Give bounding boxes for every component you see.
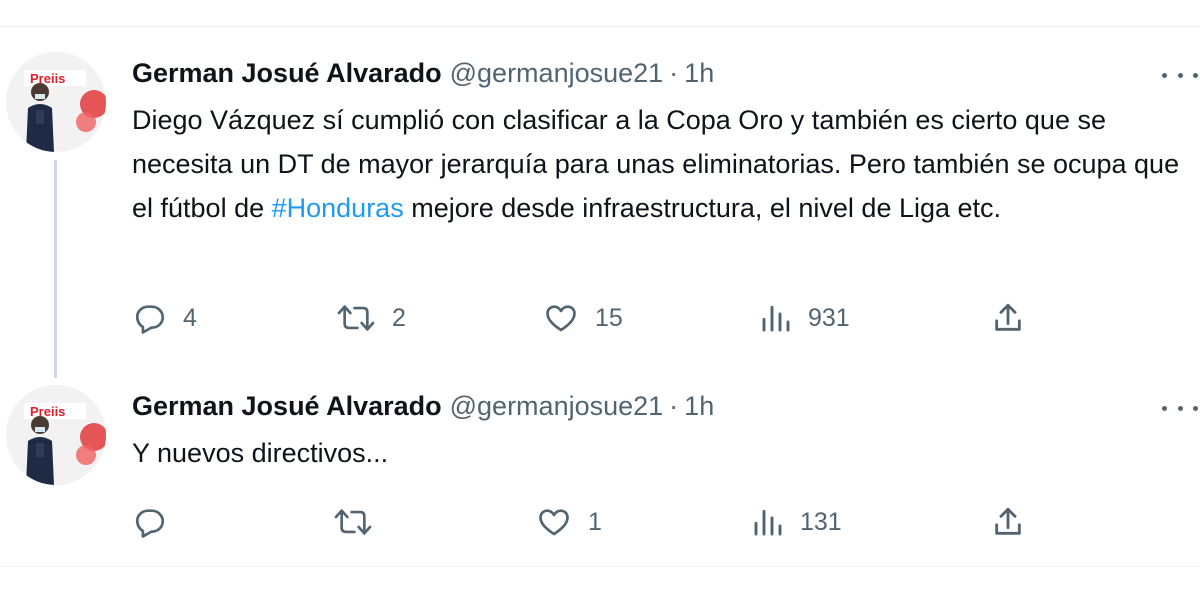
more-icon[interactable] (1162, 66, 1198, 84)
like-count: 15 (595, 303, 623, 332)
tweet-text: Y nuevos directivos... (132, 438, 389, 468)
view-count: 131 (800, 507, 842, 536)
hashtag-link[interactable]: #Honduras (272, 193, 404, 223)
reply-button[interactable]: 4 (133, 301, 197, 335)
like-icon (539, 509, 569, 536)
views-icon (762, 305, 790, 332)
share-icon (995, 507, 1021, 535)
tweet-header: German Josué Alvarado @germanjosue21 · 1… (132, 389, 714, 423)
timestamp[interactable]: 1h (684, 58, 714, 89)
thread-connector-line (54, 160, 57, 378)
tweet-text: Diego Vázquez sí cumplió con clasificar … (132, 98, 1192, 230)
views-icon (754, 509, 782, 536)
reply-icon (135, 305, 165, 334)
header-separator: · (669, 390, 679, 421)
retweet-count: 2 (392, 303, 406, 332)
retweet-button[interactable] (333, 505, 389, 539)
tweet-header: German Josué Alvarado @germanjosue21 · 1… (132, 56, 714, 90)
svg-text:Preiis: Preiis (30, 404, 65, 419)
like-button[interactable]: 15 (543, 301, 623, 335)
author-handle[interactable]: @germanjosue21 (450, 58, 664, 89)
views-button[interactable]: 131 (752, 505, 842, 539)
avatar[interactable]: Preiis (6, 52, 106, 152)
share-button[interactable] (991, 301, 1025, 335)
author-handle[interactable]: @germanjosue21 (450, 391, 664, 422)
like-count: 1 (588, 507, 602, 536)
like-button[interactable]: 1 (536, 505, 602, 539)
like-icon (546, 305, 576, 332)
header-separator: · (669, 57, 679, 88)
share-button[interactable] (991, 505, 1025, 539)
retweet-icon (334, 509, 372, 535)
reply-icon (135, 509, 165, 538)
author-name[interactable]: German Josué Alvarado (132, 58, 442, 89)
view-count: 931 (808, 303, 850, 332)
share-icon (995, 303, 1021, 331)
reply-button[interactable] (133, 505, 183, 539)
views-button[interactable]: 931 (760, 301, 850, 335)
reply-count: 4 (183, 303, 197, 332)
author-name[interactable]: German Josué Alvarado (132, 391, 442, 422)
avatar[interactable]: Preiis (6, 385, 106, 485)
more-icon[interactable] (1162, 399, 1198, 417)
tweet-text-part: mejore desde infraestructura, el nivel d… (403, 193, 1002, 223)
top-divider (0, 26, 1200, 27)
bottom-divider (0, 566, 1200, 567)
retweet-icon (337, 305, 375, 331)
retweet-button[interactable]: 2 (336, 301, 406, 335)
timestamp[interactable]: 1h (684, 391, 714, 422)
svg-text:Preiis: Preiis (30, 71, 65, 86)
